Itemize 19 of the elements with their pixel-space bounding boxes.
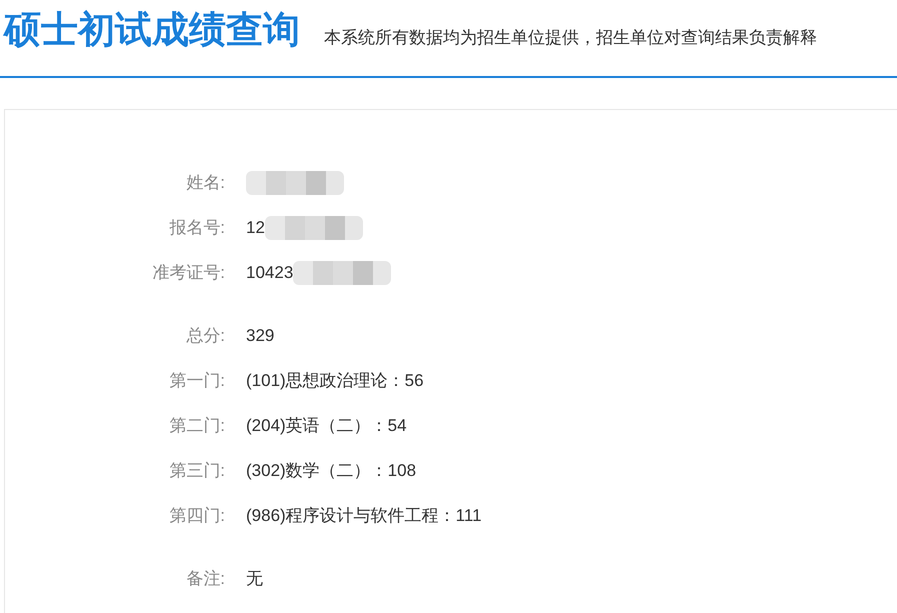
field-value: (302)数学（二）：108 [246,460,416,482]
field-value: 无 [246,568,263,590]
field-label: 第四门: [168,504,225,527]
field-value: 329 [246,324,274,347]
field-label: 第一门: [168,370,225,392]
field-label: 报名号: [168,216,225,239]
field-label: 准考证号: [151,262,225,284]
field-value: 10423 [246,262,294,284]
notice-text: 本系统所有数据均为招生单位提供，招生单位对查询结果负责解释 [324,29,817,48]
field-label: 第二门: [168,414,225,437]
field-label: 第三门: [168,460,225,482]
field-value: (986)程序设计与软件工程：111 [246,504,482,527]
field-value: 12 [246,216,265,239]
field-label: 备注: [185,568,225,590]
field-value: (204)英语（二）：54 [246,414,407,437]
field-label: 总分: [185,324,225,347]
field-value: (101)思想政治理论：56 [246,370,424,392]
field-label: 姓名: [185,172,225,194]
page-title: 硕士初试成绩查询 [4,11,300,48]
